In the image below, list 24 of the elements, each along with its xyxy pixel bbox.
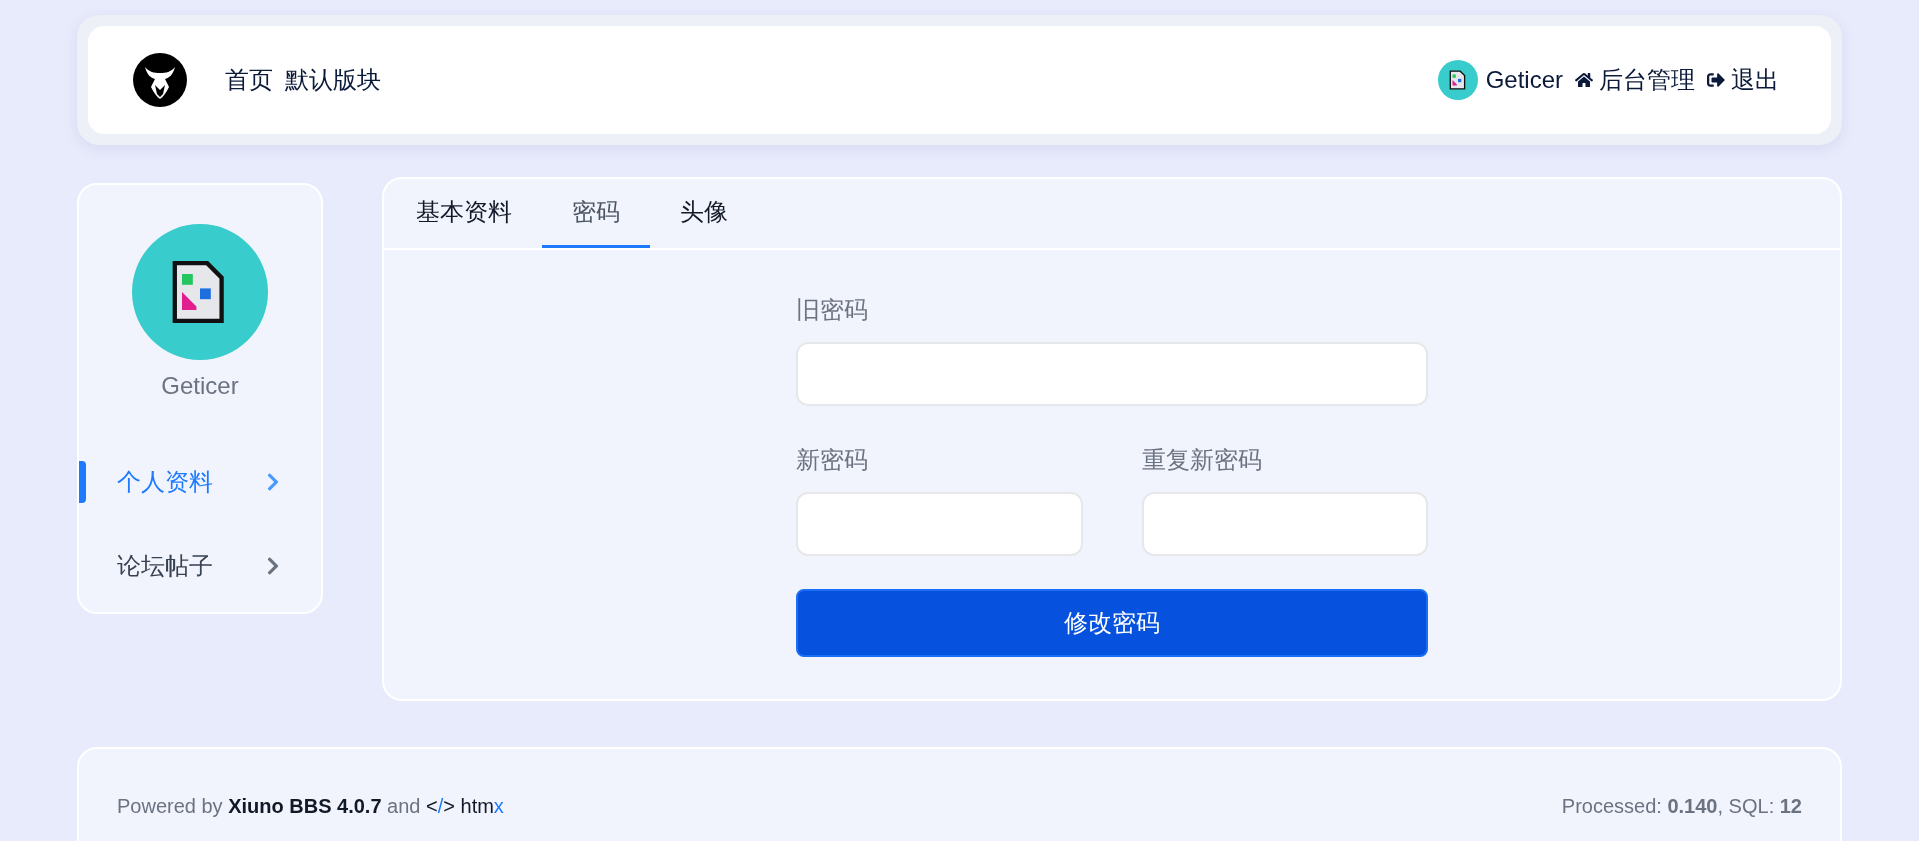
- username: Geticer: [161, 371, 239, 401]
- field-label: 旧密码: [796, 295, 869, 325]
- new-password-field[interactable]: [796, 492, 1083, 556]
- header-link[interactable]: 后台管理: [1575, 62, 1695, 98]
- nav-link[interactable]: 首页: [225, 62, 273, 98]
- tab[interactable]: 基本资料: [386, 179, 542, 248]
- nav-link[interactable]: 默认版块: [285, 62, 381, 98]
- sidebar-item[interactable]: 论坛帖子: [79, 542, 321, 590]
- old-password-field[interactable]: [796, 342, 1428, 406]
- stats-text: Processed: 0.140, SQL: 12: [1561, 794, 1802, 819]
- submit-button[interactable]: 修改密码: [796, 589, 1428, 657]
- home-icon: [1575, 71, 1593, 89]
- sidebar-item[interactable]: 个人资料: [79, 458, 321, 506]
- tab[interactable]: 头像: [650, 179, 758, 248]
- active-indicator: [79, 461, 86, 503]
- tab[interactable]: 密码: [542, 179, 650, 248]
- user-link[interactable]: Geticer: [1437, 60, 1563, 100]
- header-link[interactable]: 退出: [1707, 62, 1779, 98]
- credit-text: Powered by Xiuno BBS 4.0.7 and </> htmx: [117, 794, 504, 819]
- field-label: 新密码: [796, 445, 869, 475]
- sign-out-icon: [1707, 71, 1725, 89]
- repeat-password-field[interactable]: [1141, 492, 1428, 556]
- field-label: 重复新密码: [1141, 445, 1263, 475]
- logo-icon[interactable]: [133, 53, 187, 107]
